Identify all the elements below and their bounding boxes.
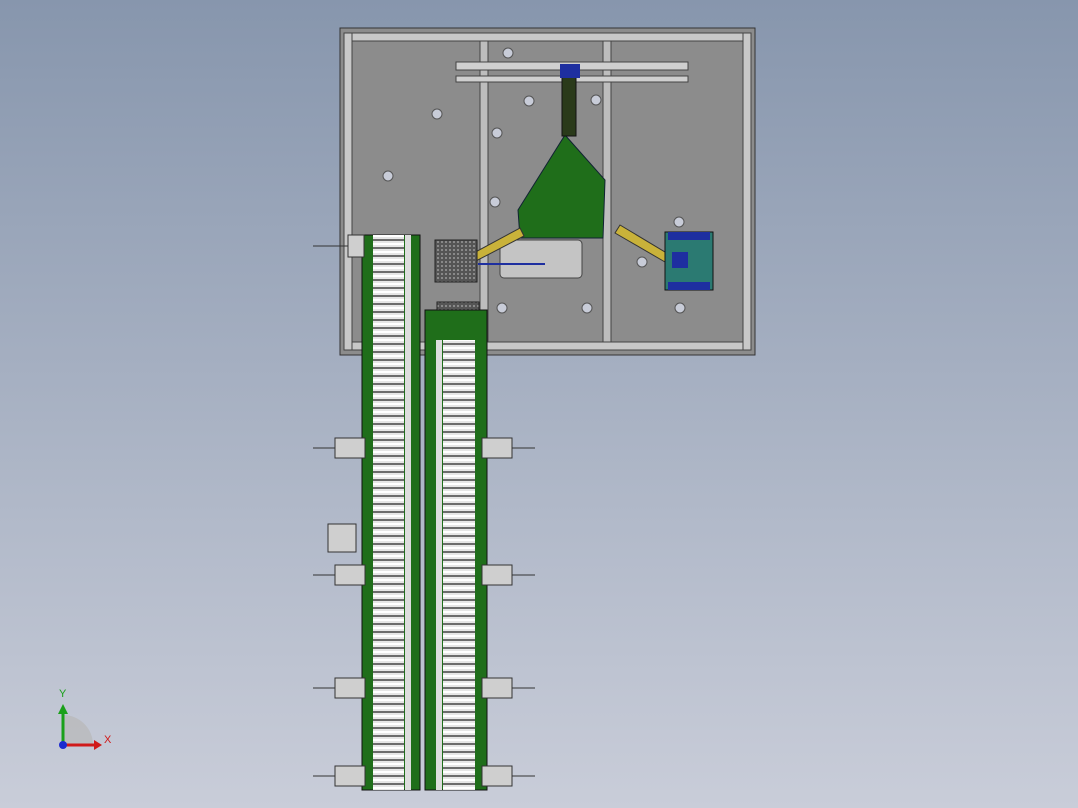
z-axis-dot <box>59 741 67 749</box>
axis-triad[interactable] <box>58 704 102 750</box>
y-axis-label: Y <box>59 688 67 700</box>
conveyor-left <box>361 234 421 791</box>
conveyor-right <box>424 309 488 791</box>
x-axis-label: X <box>104 734 112 746</box>
pallet-station <box>664 231 714 291</box>
cad-viewport[interactable] <box>0 0 1078 808</box>
